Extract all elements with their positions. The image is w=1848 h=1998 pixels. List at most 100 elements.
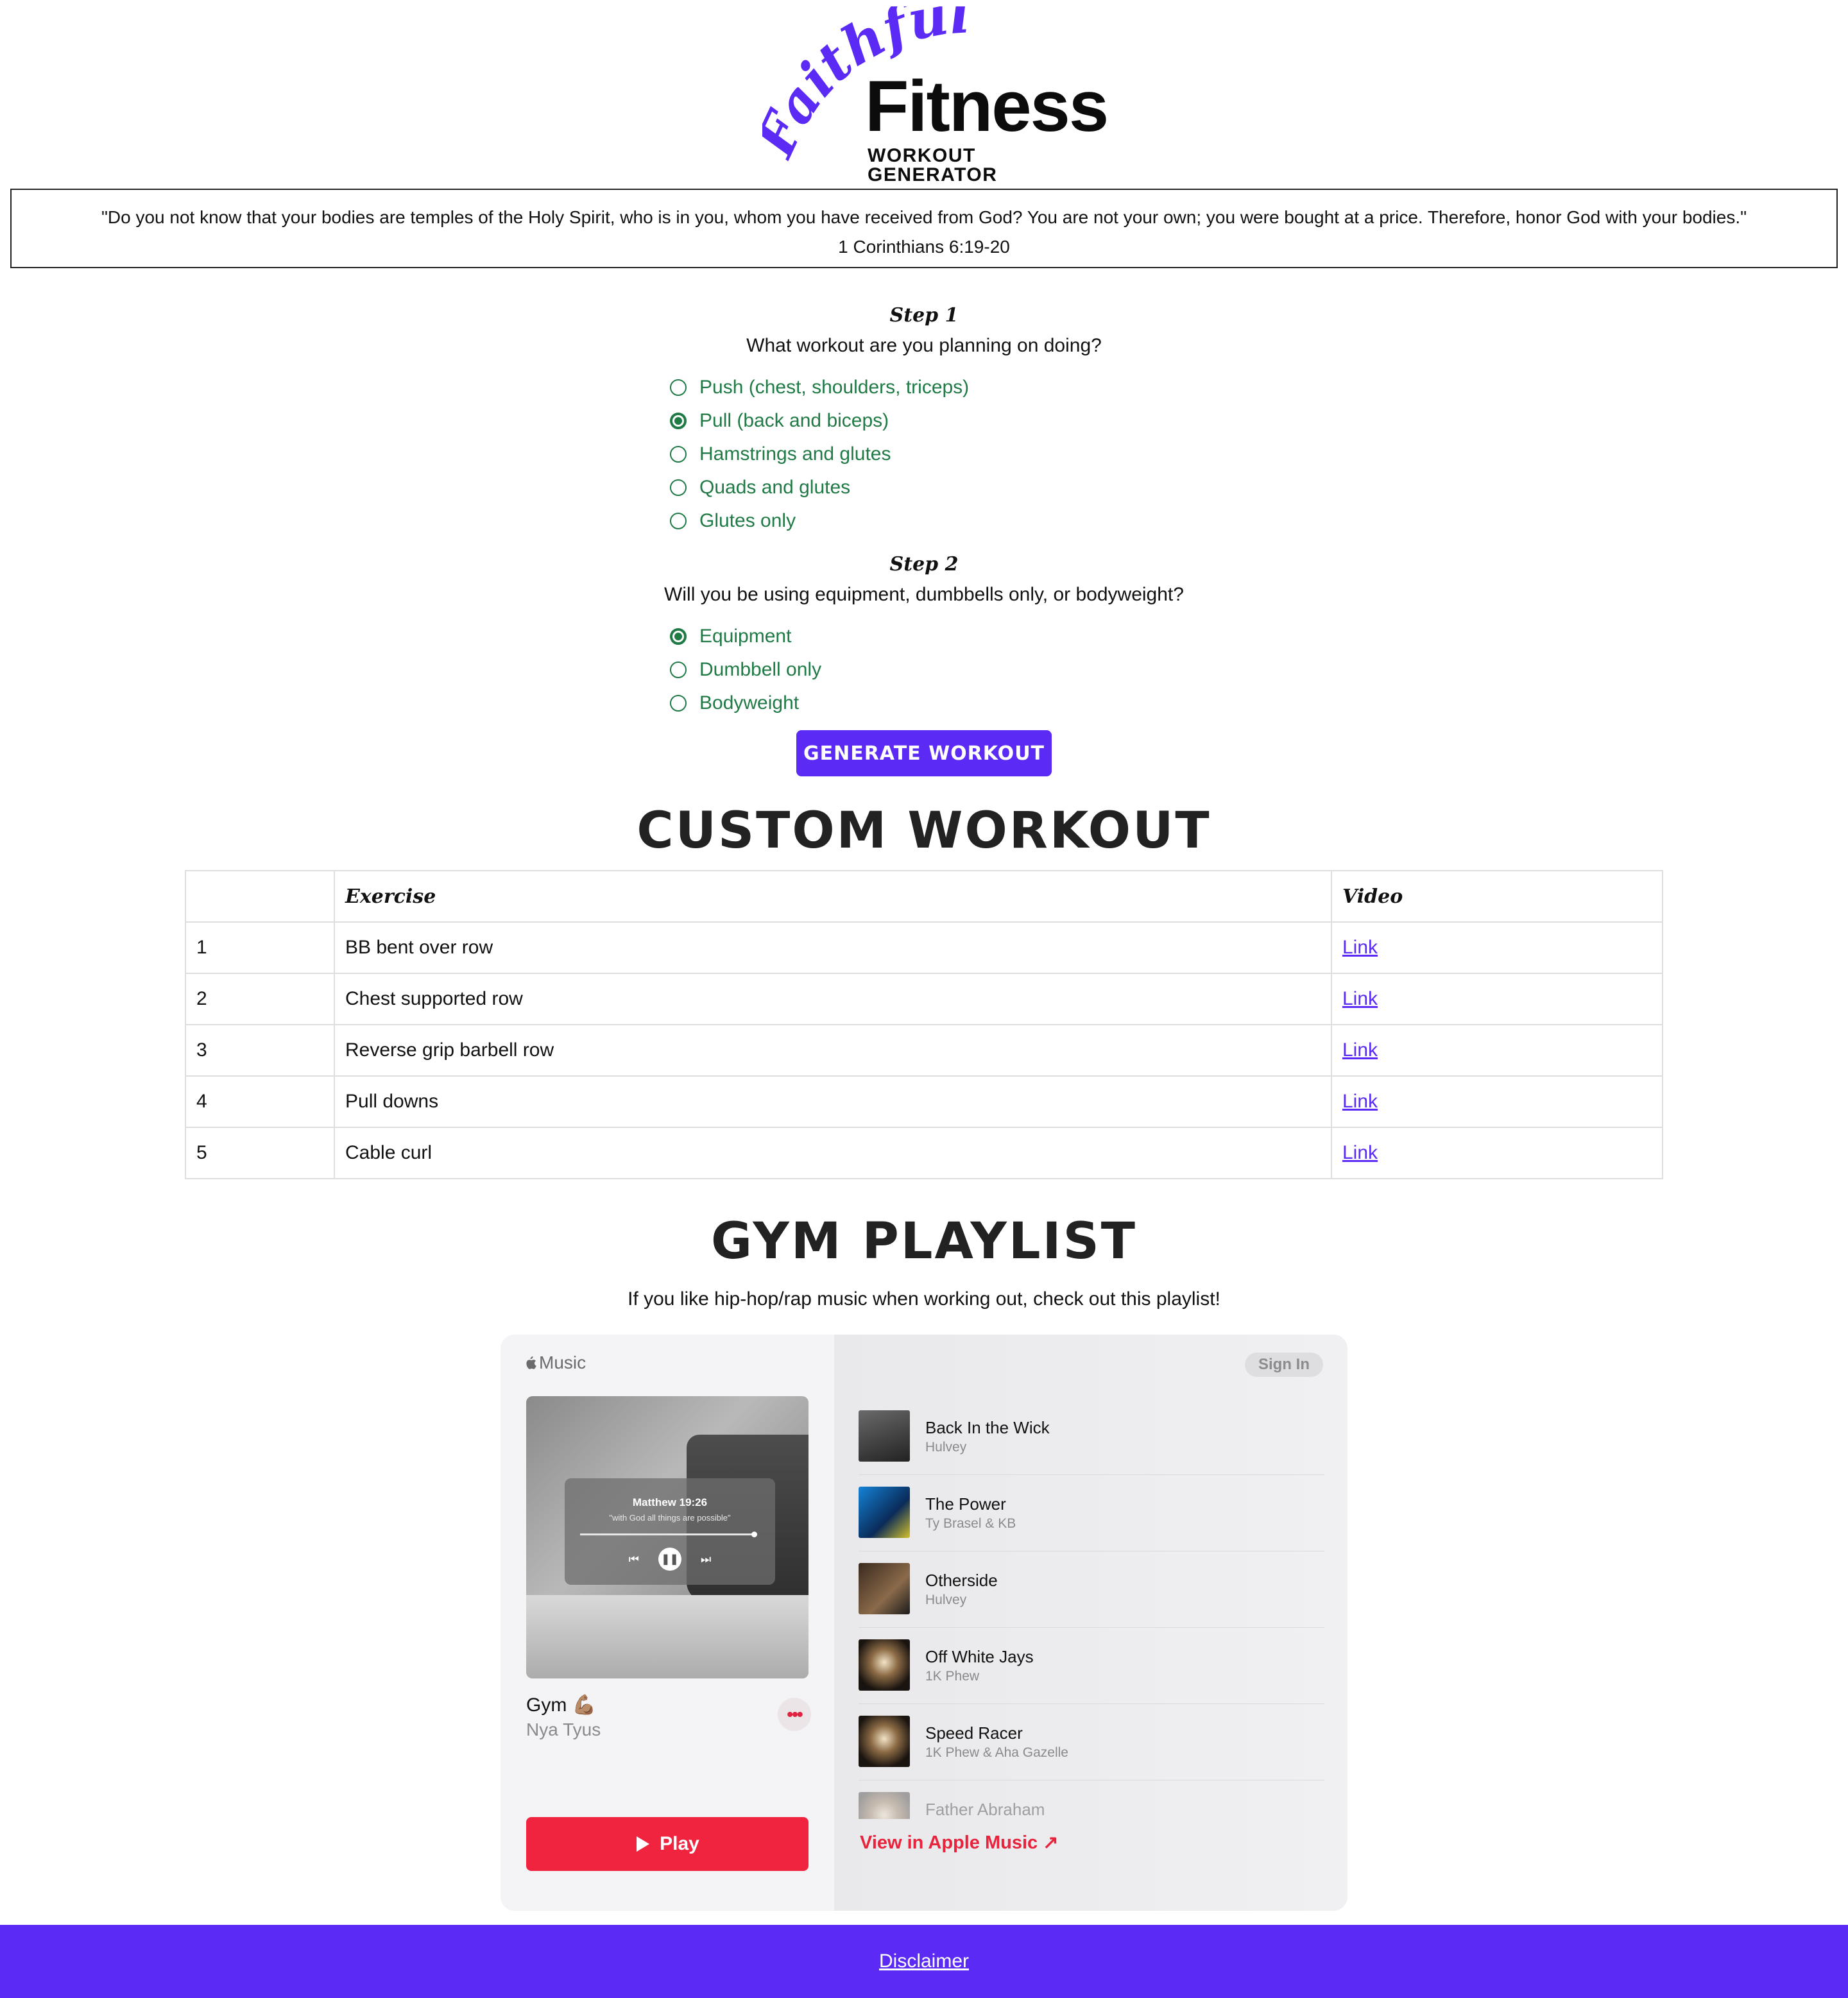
step2-title: Step 2 xyxy=(889,553,959,576)
playlist-cover-art: Matthew 19:26 "with God all things are p… xyxy=(526,1396,809,1678)
radio-button[interactable] xyxy=(670,446,687,463)
cover-now-playing-card: Matthew 19:26 "with God all things are p… xyxy=(565,1478,775,1585)
video-link[interactable]: Link xyxy=(1342,937,1378,958)
option-label: Pull (back and biceps) xyxy=(699,410,889,431)
step1-title: Step 1 xyxy=(889,304,959,327)
playlist-name: Gym 💪🏽 xyxy=(526,1695,597,1716)
row-number: 2 xyxy=(185,973,335,1025)
equipment-option-dumbbell[interactable]: Dumbbell only xyxy=(670,657,821,683)
disclaimer-link[interactable]: Disclaimer xyxy=(879,1951,969,1972)
workout-option-hamstrings[interactable]: Hamstrings and glutes xyxy=(670,441,891,467)
view-in-apple-music-link[interactable]: View in Apple Music ↗ xyxy=(860,1831,1059,1854)
track-item[interactable]: Off White Jays 1K Phew xyxy=(859,1628,1324,1704)
track-title: The Power xyxy=(925,1494,1006,1514)
workout-option-push[interactable]: Push (chest, shoulders, triceps) xyxy=(670,375,969,400)
step1-question: What workout are you planning on doing? xyxy=(746,335,1102,356)
column-header-video: Video xyxy=(1331,870,1663,923)
embed-track-panel: Sign In Back In the Wick Hulvey The Powe… xyxy=(834,1335,1348,1911)
row-number: 4 xyxy=(185,1075,335,1128)
track-title: Speed Racer xyxy=(925,1723,1023,1743)
track-artwork xyxy=(859,1487,910,1538)
radio-button[interactable] xyxy=(670,662,687,678)
track-artwork xyxy=(859,1792,910,1819)
play-button[interactable]: Play xyxy=(526,1817,809,1871)
radio-button[interactable] xyxy=(670,479,687,496)
video-link[interactable]: Link xyxy=(1342,1039,1378,1061)
logo-subtitle: WORKOUT GENERATOR xyxy=(868,145,998,185)
track-item[interactable]: The Power Ty Brasel & KB xyxy=(859,1475,1324,1551)
track-list: Back In the Wick Hulvey The Power Ty Bra… xyxy=(859,1399,1324,1819)
track-artist: 1K Phew xyxy=(925,1669,980,1684)
radio-button-selected[interactable] xyxy=(670,413,687,429)
radio-button[interactable] xyxy=(670,379,687,396)
column-header-exercise: Exercise xyxy=(334,870,1332,923)
workout-option-glutes[interactable]: Glutes only xyxy=(670,508,796,534)
cover-controls: ⏮ ❚❚ ⏭ xyxy=(565,1548,775,1571)
radio-button[interactable] xyxy=(670,513,687,529)
apple-music-embed: Music Matthew 19:26 "with God all things… xyxy=(501,1335,1348,1911)
track-artist: Hulvey xyxy=(925,1592,967,1607)
footer-bar: Disclaimer xyxy=(0,1925,1848,1998)
next-icon: ⏭ xyxy=(701,1553,712,1566)
track-artwork xyxy=(859,1639,910,1691)
track-artwork xyxy=(859,1716,910,1767)
radio-button-selected[interactable] xyxy=(670,628,687,645)
option-label: Hamstrings and glutes xyxy=(699,443,891,465)
step2-question: Will you be using equipment, dumbbells o… xyxy=(664,584,1184,605)
workout-option-quads[interactable]: Quads and glutes xyxy=(670,475,850,500)
play-icon xyxy=(637,1836,650,1852)
more-options-button[interactable]: ••• xyxy=(778,1698,811,1731)
radio-button[interactable] xyxy=(670,695,687,712)
playlist-intro-text: If you like hip-hop/rap music when worki… xyxy=(628,1288,1220,1310)
cover-progress-bar xyxy=(580,1532,757,1537)
track-artwork xyxy=(859,1410,910,1462)
track-artist: Hulvey xyxy=(925,1440,967,1455)
apple-music-logo: Music xyxy=(525,1353,586,1373)
exercise-name: Reverse grip barbell row xyxy=(334,1024,1332,1077)
table-header-row: Exercise Video xyxy=(185,870,1663,923)
workout-table: Exercise Video 1 BB bent over row Link 2… xyxy=(185,870,1663,1179)
row-number: 1 xyxy=(185,921,335,974)
track-artist: 1K Phew & Aha Gazelle xyxy=(925,1745,1068,1760)
video-link[interactable]: Link xyxy=(1342,988,1378,1009)
custom-workout-heading: Custom Workout xyxy=(637,802,1211,860)
video-link[interactable]: Link xyxy=(1342,1142,1378,1163)
track-title: Otherside xyxy=(925,1571,998,1590)
equipment-option-bodyweight[interactable]: Bodyweight xyxy=(670,690,799,716)
play-label: Play xyxy=(660,1833,699,1854)
track-title: Back In the Wick xyxy=(925,1418,1050,1437)
cover-book-shape xyxy=(526,1595,809,1678)
option-label: Bodyweight xyxy=(699,692,800,713)
exercise-name: Pull downs xyxy=(334,1075,1332,1128)
video-link[interactable]: Link xyxy=(1342,1091,1378,1112)
track-artist: Ty Brasel & KB xyxy=(925,1516,1016,1531)
option-label: Dumbbell only xyxy=(699,659,822,680)
sign-in-button[interactable]: Sign In xyxy=(1245,1353,1323,1377)
exercise-name: Chest supported row xyxy=(334,973,1332,1025)
cover-title: Matthew 19:26 xyxy=(632,1496,708,1508)
verse-text: "Do you not know that your bodies are te… xyxy=(101,207,1747,227)
row-number: 3 xyxy=(185,1024,335,1077)
track-title: Father Abraham xyxy=(925,1800,1045,1819)
track-item[interactable]: Speed Racer 1K Phew & Aha Gazelle xyxy=(859,1704,1324,1780)
generate-workout-button[interactable]: Generate Workout xyxy=(796,730,1052,776)
site-logo: Faithful Fitness WORKOUT GENERATOR xyxy=(762,6,1109,185)
equipment-option-equipment[interactable]: Equipment xyxy=(670,624,791,649)
track-item[interactable]: Father Abraham xyxy=(859,1780,1324,1819)
logo-main-word: Fitness xyxy=(865,66,1109,146)
exercise-name: Cable curl xyxy=(334,1127,1332,1179)
table-row: 2 Chest supported row Link xyxy=(185,973,1663,1025)
table-row: 1 BB bent over row Link xyxy=(185,921,1663,974)
exercise-name: BB bent over row xyxy=(334,921,1332,974)
track-item[interactable]: Otherside Hulvey xyxy=(859,1551,1324,1628)
playlist-owner: Nya Tyus xyxy=(526,1720,601,1739)
option-label: Quads and glutes xyxy=(699,477,851,498)
gym-playlist-heading: Gym Playlist xyxy=(711,1213,1137,1270)
embed-left-panel: Music Matthew 19:26 "with God all things… xyxy=(501,1335,834,1911)
row-number: 5 xyxy=(185,1127,335,1179)
track-item[interactable]: Back In the Wick Hulvey xyxy=(859,1399,1324,1475)
option-label: Push (chest, shoulders, triceps) xyxy=(699,377,970,398)
previous-icon: ⏮ xyxy=(628,1553,639,1566)
table-row: 5 Cable curl Link xyxy=(185,1127,1663,1179)
workout-option-pull[interactable]: Pull (back and biceps) xyxy=(670,408,889,434)
